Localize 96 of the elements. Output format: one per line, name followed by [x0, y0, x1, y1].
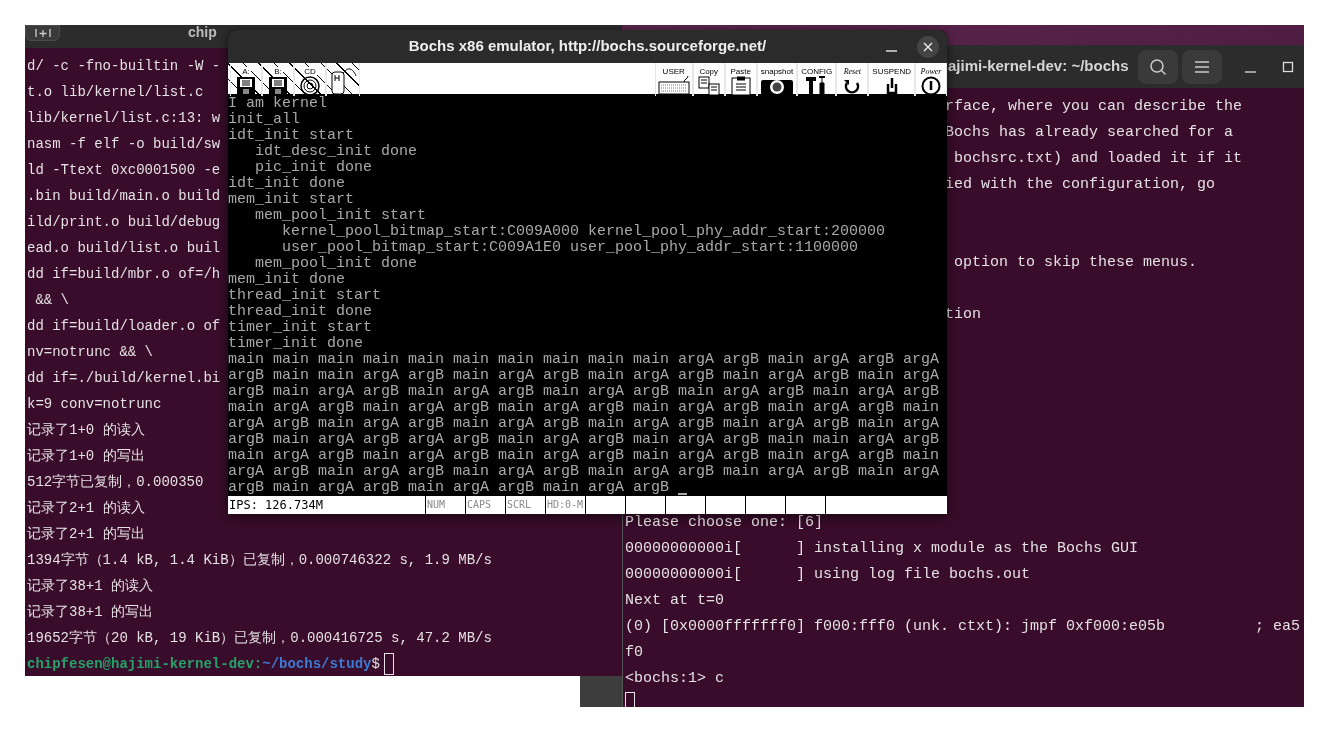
terminal-line: k=9 conv=notrunc [27, 395, 162, 414]
screen-line: mem_pool_init start [254, 208, 427, 224]
status-indicator: SCRL [506, 496, 546, 514]
terminal-line: dd if=build/loader.o of [27, 317, 221, 336]
screen-line: argB main argA argB argA argB main argA argB main argA argB main main argA argB [228, 432, 940, 448]
terminal-line: dd if=build/mbr.o of=/h [27, 265, 221, 284]
screen-line: mem_pool_init done [254, 256, 418, 272]
screen-line: argB main argA argB main argA argB main argA argB [228, 480, 670, 496]
terminal-line: (0) [0x0000fffffff0] f000:fff0 (unk. ctxt): jmpf 0xf000:e05b ; ea5 [625, 617, 1301, 637]
screen-line: argB main argA argB main argA argB main argA argB main argA argB main argA argB [228, 384, 940, 400]
screen-line: user_pool_bitmap_start:C009A1E0 user_pool_phy_addr_start:1100000 [281, 240, 859, 256]
menu-icon [1194, 59, 1210, 74]
close-icon [923, 41, 933, 52]
terminal-line: rface, where you can describe the [945, 98, 1243, 115]
terminal-line: Next at t=0 [625, 591, 725, 611]
terminal-line: <bochs:1> c [625, 669, 725, 689]
terminal-line: 记录了2+1 的读入 [27, 499, 145, 518]
status-text: IPS: 126.734M [228, 496, 426, 514]
terminal-line: t.o lib/kernel/list.c [27, 83, 204, 102]
toolbar-button[interactable]: CD [294, 63, 326, 96]
terminal-line: tion [945, 306, 981, 323]
terminal-line: 记录了38+1 的写出 [27, 603, 153, 622]
minimize-icon [1244, 70, 1256, 73]
screen-line: mem_init start [228, 192, 355, 208]
status-indicator: NUM [426, 496, 466, 514]
terminal-line: ld -Ttext 0xc0001500 -e [27, 161, 221, 180]
terminal-line: 记录了1+0 的读入 [27, 421, 145, 440]
terminal-line: ied with the configuration, go [945, 176, 1216, 193]
terminal-line: d/ -c -fno-builtin -W - [27, 57, 221, 76]
prompt-symbol: $ [371, 655, 380, 674]
screen-line: kernel_pool_bitmap_start:C009A000 kernel_pool_phy_addr_start:200000 [281, 224, 886, 240]
screen-line: idt_init done [228, 176, 346, 192]
toolbar-button[interactable]: USER [654, 63, 693, 96]
toolbar-button[interactable]: CONFIG [797, 63, 837, 96]
text-cursor [625, 692, 635, 707]
search-button[interactable] [1138, 49, 1178, 84]
terminal-line: dd if=./build/kernel.bi [27, 369, 221, 388]
toolbar-button[interactable]: Paste [724, 63, 757, 96]
menu-button[interactable] [1182, 49, 1222, 84]
screen-line: argB main main argA argB main argA argB main argA argB main argA argB main argA [228, 368, 940, 384]
screen-line: main main main main main main main main main main argA argB main argA argB argA [228, 352, 940, 368]
terminal-line: Please choose one: [6] [625, 513, 824, 533]
screen-line: main argA argB main argA argB main argA argB main argA argB main argA argB main [228, 448, 940, 464]
terminal-line: 记录了2+1 的写出 [27, 525, 145, 544]
terminal-line: 00000000000i[ ] installing x module as the Bochs GUI [625, 539, 1139, 559]
terminal-line: 记录了1+0 的写出 [27, 447, 145, 466]
search-icon [1149, 57, 1167, 76]
terminal-line: 512字节已复制，0.000350 [27, 473, 204, 492]
toolbar-button[interactable]: A: [230, 63, 262, 96]
screen-line: thread_init done [228, 304, 373, 320]
terminal-line: && \ [34, 291, 69, 310]
window-edge [580, 676, 625, 707]
screen-line: thread_init start [228, 288, 382, 304]
terminal-line: nasm -f elf -o build/sw [27, 135, 221, 154]
status-indicator: HD:0-M [546, 496, 586, 514]
screen-line: argA argB main argA argB main argA argB main argA argB main argA argB main argA [228, 416, 940, 432]
toolbar-button[interactable]: Power [915, 63, 947, 96]
toolbar-button[interactable] [326, 63, 360, 96]
screen-line: idt_desc_init done [254, 144, 418, 160]
new-tab-button[interactable] [25, 25, 60, 41]
screen-line: init_all [228, 112, 300, 128]
screen-line: timer_init start [228, 320, 373, 336]
screen-line: pic_init done [254, 160, 373, 176]
screen-line: timer_init done [228, 336, 364, 352]
screen-line: idt_init start [228, 128, 355, 144]
terminal-line: f0 [625, 643, 643, 663]
terminal-line: ead.o build/list.o buil [27, 239, 221, 258]
maximize-icon [1282, 60, 1294, 73]
toolbar-button[interactable]: Copy [692, 63, 725, 96]
screen-line: mem_init done [228, 272, 346, 288]
prompt-user-host: chipfesen@hajimi-kernel-dev: [27, 655, 263, 674]
terminal-line: .bin build/main.o build [27, 187, 221, 206]
terminal-line: 1394字节（1.4 kB, 1.4 KiB）已复制，0.000746322 s, 1.9 MB/s [27, 551, 492, 570]
screen-cursor [678, 493, 688, 495]
window-title: ajimi-kernel-dev: ~/bochs [948, 56, 1129, 77]
text-cursor [383, 653, 394, 675]
screen-line: main argA argB main argA argB main argA argB main argA argB main argA argB main [228, 400, 940, 416]
terminal-line: option to skip these menus. [953, 254, 1198, 271]
terminal-line: lib/kernel/list.c:13: w [27, 109, 221, 128]
window-title: Bochs x86 emulator, http://bochs.sourceforge.net/ [408, 36, 767, 57]
status-indicator: CAPS [466, 496, 506, 514]
screen-line: argA argB main argA argB main argA argB main argA argB main argA argB main argA [228, 464, 940, 480]
toolbar-button[interactable]: B: [262, 63, 294, 96]
screen-line: I am kernel [228, 96, 328, 112]
toolbar-button[interactable]: snapshot [756, 63, 798, 96]
window-title: chip [188, 25, 217, 39]
terminal-line: nv=notrunc && \ [27, 343, 154, 362]
plus-icon [33, 28, 52, 38]
close-button[interactable] [917, 35, 939, 58]
terminal-line: 记录了38+1 的读入 [27, 577, 153, 596]
terminal-line: bochsrc.txt) and loaded it if it [953, 150, 1243, 167]
minimize-icon [885, 49, 897, 52]
terminal-line: 19652字节（20 kB, 19 KiB）已复制，0.000416725 s, 47.2 MB/s [27, 629, 492, 648]
terminal-line: ild/print.o build/debug [27, 213, 221, 232]
terminal-line: 00000000000i[ ] using log file bochs.out [625, 565, 1031, 585]
prompt-path: ~/bochs/study [262, 655, 372, 674]
